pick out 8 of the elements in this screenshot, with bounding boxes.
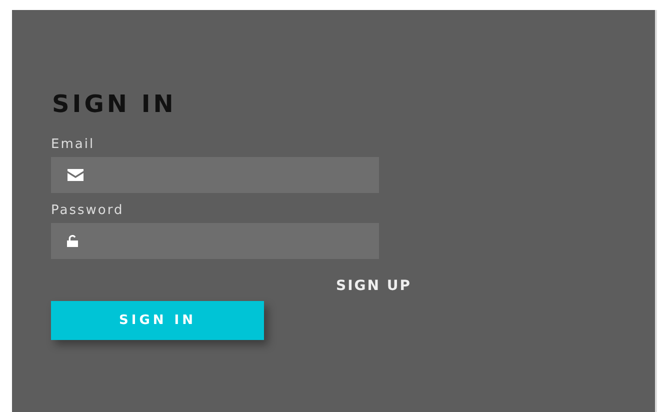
sign-up-link[interactable]: SIGN UP xyxy=(336,278,412,294)
field-label: Password xyxy=(51,204,124,218)
padlock-icon xyxy=(67,235,78,247)
field-label: Email xyxy=(51,138,95,152)
input-field[interactable] xyxy=(51,157,379,193)
input-field[interactable] xyxy=(51,223,379,259)
form-title: SIGN IN xyxy=(52,90,176,118)
mail-icon xyxy=(67,169,84,181)
